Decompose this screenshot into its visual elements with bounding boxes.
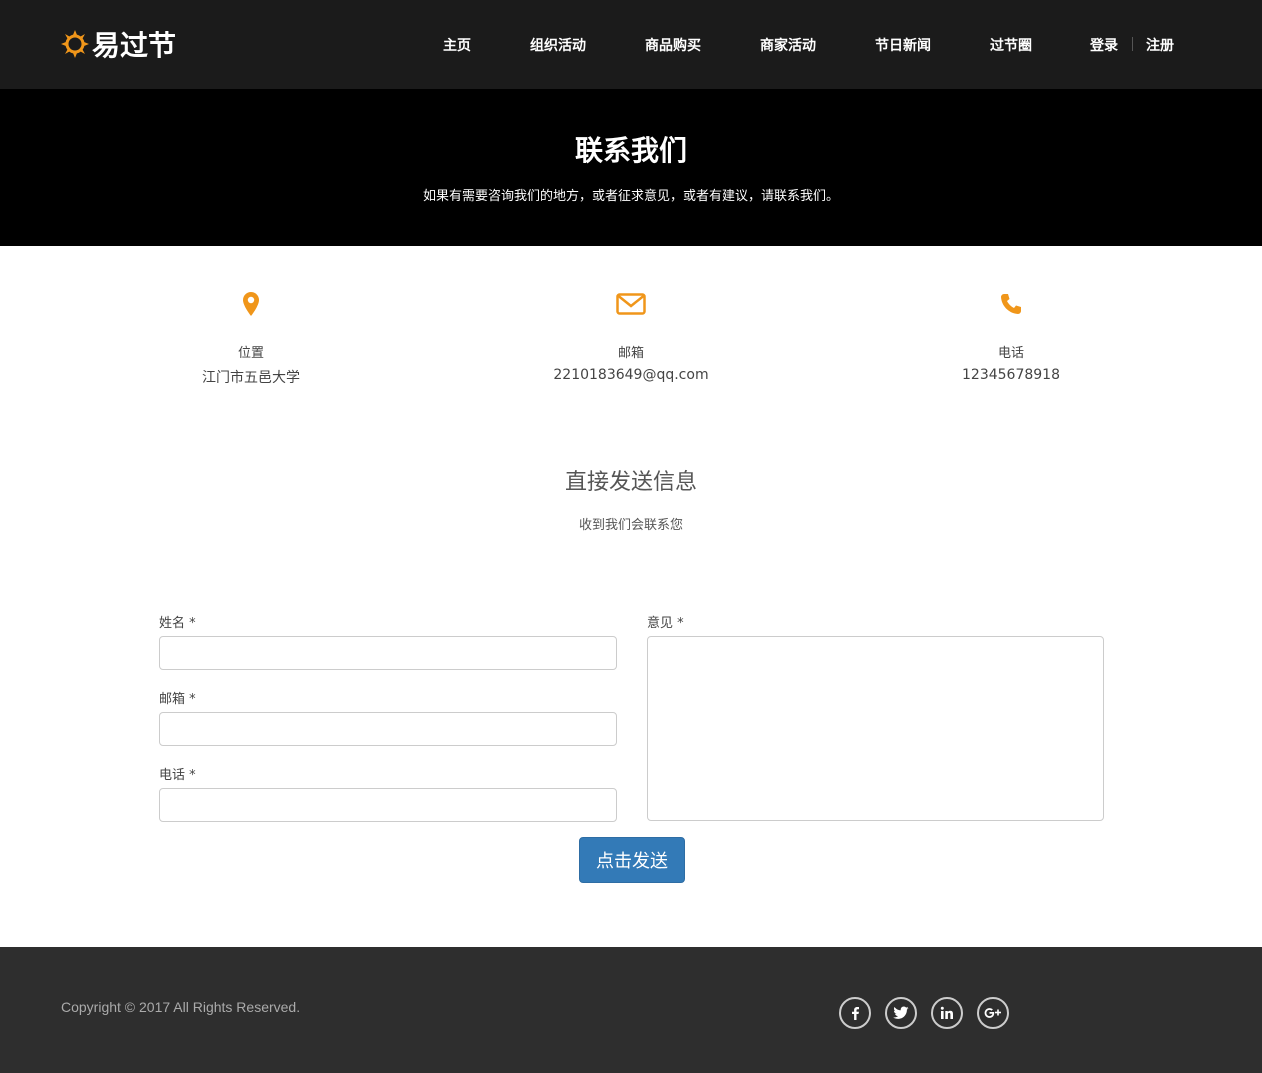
- email-label: 邮箱 *: [159, 692, 196, 707]
- location-pin-icon: [141, 288, 361, 320]
- nav-item-festival-circle[interactable]: 过节圈: [990, 35, 1032, 55]
- send-button[interactable]: 点击发送: [579, 837, 685, 883]
- nav-divider: [1132, 37, 1133, 51]
- nav-item-home[interactable]: 主页: [443, 35, 471, 55]
- form-section-subtitle: 收到我们会联系您: [578, 518, 683, 533]
- contact-location: 位置 江门市五邑大学: [141, 288, 361, 387]
- contact-email-value: 2210183649@qq.com: [553, 367, 709, 383]
- message-textarea[interactable]: [647, 636, 1104, 821]
- page-subtitle: 如果有需要咨询我们的地方，或者征求意见，或者有建议，请联系我们。: [422, 189, 839, 204]
- phone-icon: [901, 288, 1121, 320]
- message-label: 意见 *: [647, 616, 684, 631]
- top-navbar: 易过节 主页 组织活动 商品购买 商家活动 节日新闻 过节圈 登录 注册: [0, 0, 1262, 89]
- nav-item-organize-events[interactable]: 组织活动: [530, 35, 586, 55]
- nav-item-shopping[interactable]: 商品购买: [645, 35, 701, 55]
- page-footer: Copyright © 2017 All Rights Reserved.: [0, 947, 1262, 1073]
- main-nav: 主页 组织活动 商品购买 商家活动 节日新闻 过节圈 登录 注册: [0, 35, 1262, 55]
- contact-location-value: 江门市五邑大学: [202, 370, 300, 386]
- contact-email-label: 邮箱: [617, 346, 644, 361]
- twitter-icon[interactable]: [885, 997, 917, 1029]
- nav-item-festival-news[interactable]: 节日新闻: [875, 35, 931, 55]
- google-plus-icon[interactable]: [977, 997, 1009, 1029]
- name-label: 姓名 *: [159, 616, 196, 631]
- name-input[interactable]: [159, 636, 617, 670]
- contact-phone-label: 电话: [997, 346, 1024, 361]
- envelope-icon: [521, 288, 741, 320]
- phone-label: 电话 *: [159, 768, 196, 783]
- login-link[interactable]: 登录: [1090, 35, 1118, 55]
- linkedin-icon[interactable]: [931, 997, 963, 1029]
- page-title: 联系我们: [574, 134, 687, 167]
- copyright-text: Copyright © 2017 All Rights Reserved.: [61, 999, 301, 1015]
- form-section-title: 直接发送信息: [564, 470, 697, 495]
- contact-phone-value: 12345678918: [962, 367, 1060, 383]
- contact-location-label: 位置: [237, 346, 264, 361]
- phone-input[interactable]: [159, 788, 617, 822]
- contact-email: 邮箱 2210183649@qq.com: [521, 288, 741, 383]
- email-input[interactable]: [159, 712, 617, 746]
- facebook-icon[interactable]: [839, 997, 871, 1029]
- register-link[interactable]: 注册: [1146, 35, 1174, 55]
- nav-item-merchant-events[interactable]: 商家活动: [760, 35, 816, 55]
- page-banner: 联系我们 如果有需要咨询我们的地方，或者征求意见，或者有建议，请联系我们。: [0, 89, 1262, 246]
- contact-phone: 电话 12345678918: [901, 288, 1121, 383]
